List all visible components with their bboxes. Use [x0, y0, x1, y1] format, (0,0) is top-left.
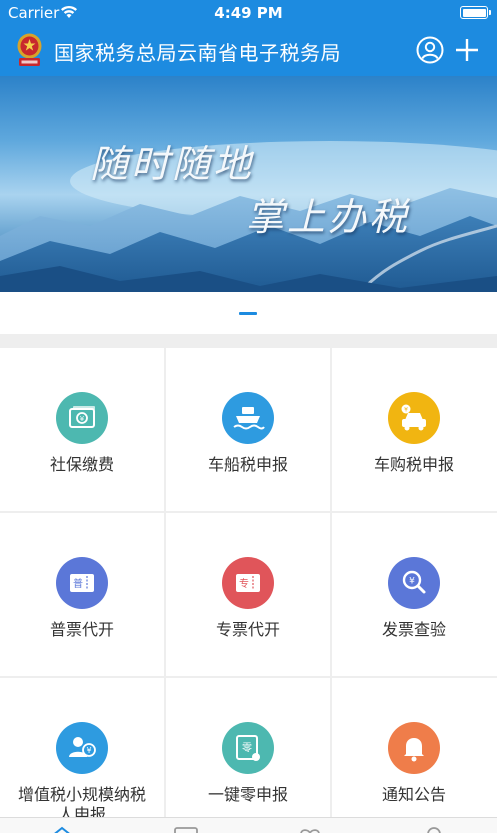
- profile-tab-icon[interactable]: [421, 826, 447, 833]
- svg-text:¥: ¥: [409, 577, 415, 587]
- service-label: 专票代开: [215, 620, 280, 639]
- service-vat-small-scale[interactable]: ¥ 增值税小规模纳税人申报: [0, 678, 164, 833]
- service-label: 通知公告: [381, 785, 446, 804]
- service-label: 发票查验: [381, 620, 446, 639]
- status-bar: Carrier 4:49 PM: [0, 0, 497, 26]
- service-general-invoice[interactable]: 普 普票代开: [0, 513, 164, 676]
- svg-text:¥: ¥: [404, 407, 408, 414]
- service-social-insurance[interactable]: ¥ 社保缴费: [0, 348, 164, 511]
- banner-page-indicator: [0, 292, 497, 334]
- zero-declare-icon: 零: [222, 722, 274, 774]
- home-tab-icon[interactable]: [49, 826, 75, 833]
- service-tab-icon[interactable]: [297, 826, 323, 833]
- clock: 4:49 PM: [214, 4, 283, 22]
- banknote-icon: ¥: [56, 392, 108, 444]
- svg-text:普: 普: [73, 577, 83, 590]
- magnify-invoice-icon: ¥: [388, 557, 440, 609]
- service-zero-declare[interactable]: 零 一键零申报: [166, 678, 330, 833]
- special-invoice-icon: 专: [222, 557, 274, 609]
- banner-slogan-line2: 掌上办税: [246, 195, 411, 239]
- section-divider: [0, 334, 497, 348]
- service-label: 一键零申报: [207, 785, 288, 804]
- add-icon[interactable]: [452, 35, 482, 65]
- svg-text:零: 零: [242, 742, 252, 754]
- svg-text:专: 专: [239, 577, 249, 590]
- service-label: 车购税申报: [373, 455, 454, 474]
- service-vessel-tax[interactable]: 车船税申报: [166, 348, 330, 511]
- bell-icon: [388, 722, 440, 774]
- general-invoice-icon: 普: [56, 557, 108, 609]
- banner-slogan-line1: 随时随地: [90, 142, 255, 186]
- bottom-tab-bar: [0, 817, 497, 833]
- user-account-icon[interactable]: [415, 35, 445, 65]
- nav-bar: 国家税务总局云南省电子税务局: [0, 26, 497, 76]
- page-title: 国家税务总局云南省电子税务局: [54, 41, 341, 65]
- message-tab-icon[interactable]: [173, 826, 199, 833]
- svg-text:¥: ¥: [80, 415, 85, 423]
- tax-emblem-icon: [17, 33, 42, 66]
- service-label: 车船税申报: [207, 455, 288, 474]
- service-special-invoice[interactable]: 专 专票代开: [166, 513, 330, 676]
- car-icon: ¥: [388, 392, 440, 444]
- service-notices[interactable]: 通知公告: [332, 678, 497, 833]
- service-invoice-verification[interactable]: ¥ 发票查验: [332, 513, 497, 676]
- user-currency-icon: ¥: [56, 722, 108, 774]
- service-vehicle-purchase-tax[interactable]: ¥ 车购税申报: [332, 348, 497, 511]
- ship-icon: [222, 392, 274, 444]
- service-grid: ¥ 社保缴费 车船税申报 ¥ 车购税申报 普 普票代开 专 专票代开 ¥ 发票查…: [0, 348, 497, 833]
- promo-banner[interactable]: 随时随地 掌上办税: [0, 76, 497, 292]
- service-label: 普票代开: [49, 620, 114, 639]
- active-page-dot[interactable]: [239, 312, 257, 315]
- svg-text:¥: ¥: [86, 746, 91, 755]
- battery-icon: [460, 6, 491, 19]
- service-label: 社保缴费: [49, 455, 114, 474]
